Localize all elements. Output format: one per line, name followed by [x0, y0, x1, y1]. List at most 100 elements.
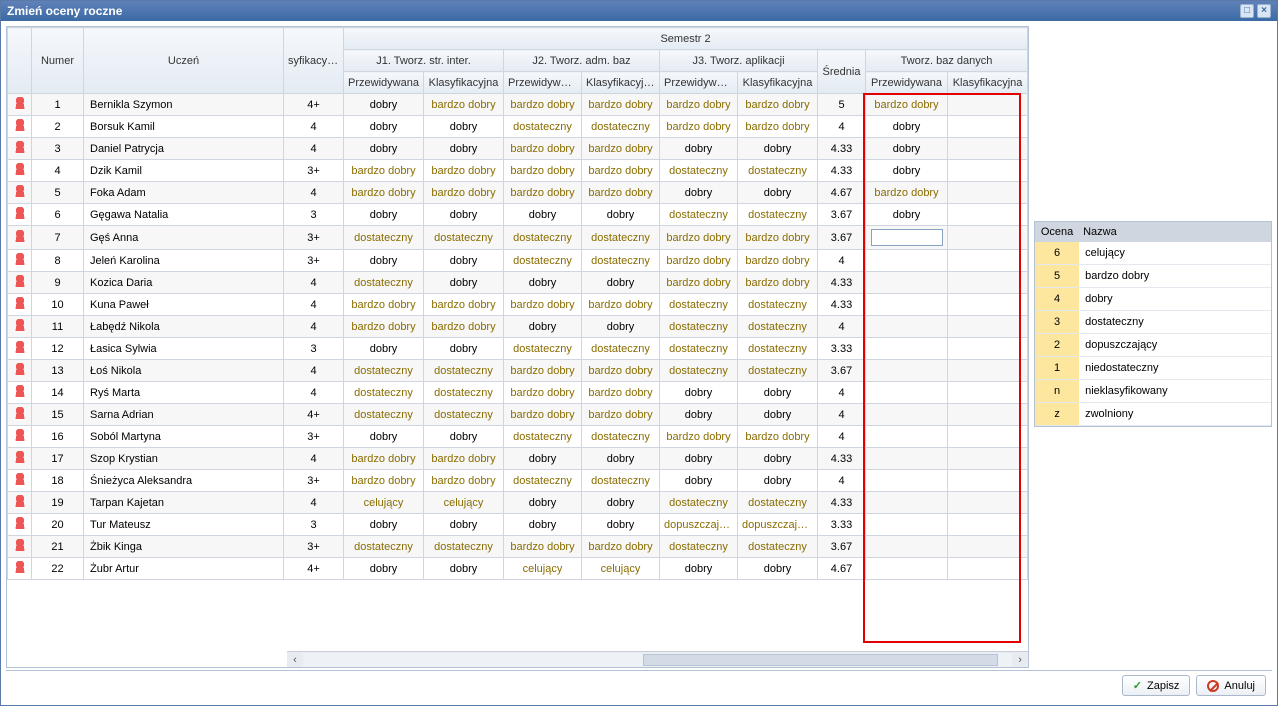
cell[interactable]: 3.33	[818, 514, 866, 536]
grade-input[interactable]	[871, 229, 943, 246]
cell[interactable]	[948, 426, 1028, 448]
cell[interactable]: bardzo dobry	[504, 536, 582, 558]
cell[interactable]: dostateczny	[738, 160, 818, 182]
cancel-button[interactable]: Anuluj	[1196, 675, 1266, 696]
cell[interactable]: dobry	[504, 316, 582, 338]
cell[interactable]: dostateczny	[738, 204, 818, 226]
cell[interactable]: 3+	[284, 470, 344, 492]
cell[interactable]: bardzo dobry	[738, 94, 818, 116]
cell[interactable]: bardzo dobry	[660, 272, 738, 294]
cell[interactable]: dostateczny	[424, 404, 504, 426]
cell[interactable]	[948, 382, 1028, 404]
cell[interactable]: dostateczny	[504, 470, 582, 492]
cell[interactable]: dobry	[344, 426, 424, 448]
cell[interactable]: 4	[284, 294, 344, 316]
cell[interactable]: 3	[284, 514, 344, 536]
cell[interactable]: dobry	[344, 558, 424, 580]
legend-row[interactable]: 2dopuszczający	[1035, 334, 1271, 357]
cell[interactable]: Kozica Daria	[84, 272, 284, 294]
cell[interactable]: 4.67	[818, 558, 866, 580]
cell[interactable]: dobry	[738, 404, 818, 426]
cell[interactable]: dostateczny	[504, 338, 582, 360]
cell[interactable]: dobry	[866, 138, 948, 160]
cell[interactable]: bardzo dobry	[504, 94, 582, 116]
table-row[interactable]: 12Łasica Sylwia3dobrydobrydostatecznydos…	[8, 338, 1028, 360]
cell[interactable]: Śnieżyca Aleksandra	[84, 470, 284, 492]
cell[interactable]: celujący	[582, 558, 660, 580]
cell[interactable]: dostateczny	[582, 470, 660, 492]
cell[interactable]: bardzo dobry	[424, 316, 504, 338]
cell[interactable]: 21	[32, 536, 84, 558]
cell[interactable]: dobry	[504, 492, 582, 514]
cell[interactable]: dostateczny	[504, 226, 582, 250]
cell[interactable]	[948, 272, 1028, 294]
cell[interactable]: dobry	[660, 470, 738, 492]
cell[interactable]: dostateczny	[660, 360, 738, 382]
maximize-icon[interactable]: □	[1240, 4, 1254, 18]
cell[interactable]: 4.33	[818, 294, 866, 316]
cell[interactable]: dobry	[424, 138, 504, 160]
cell[interactable]: bardzo dobry	[504, 294, 582, 316]
cell[interactable]: bardzo dobry	[738, 116, 818, 138]
cell[interactable]: 20	[32, 514, 84, 536]
cell[interactable]: 3+	[284, 250, 344, 272]
legend-row[interactable]: 4dobry	[1035, 288, 1271, 311]
cell[interactable]	[948, 160, 1028, 182]
cell[interactable]: 4	[818, 470, 866, 492]
cell[interactable]: Żubr Artur	[84, 558, 284, 580]
cell[interactable]	[866, 226, 948, 250]
cell[interactable]: dobry	[866, 160, 948, 182]
cell[interactable]: dostateczny	[344, 226, 424, 250]
cell[interactable]: dostateczny	[424, 360, 504, 382]
cell[interactable]: dobry	[660, 182, 738, 204]
cell[interactable]: 15	[32, 404, 84, 426]
cell[interactable]: 18	[32, 470, 84, 492]
cell[interactable]: dostateczny	[424, 226, 504, 250]
cell[interactable]: Łoś Nikola	[84, 360, 284, 382]
cell[interactable]	[948, 360, 1028, 382]
scroll-right-icon[interactable]: ›	[1012, 652, 1028, 668]
cell[interactable]: dostateczny	[660, 294, 738, 316]
cell[interactable]: bardzo dobry	[582, 382, 660, 404]
cell[interactable]: bardzo dobry	[582, 294, 660, 316]
cell[interactable]: dobry	[344, 116, 424, 138]
cell[interactable]: bardzo dobry	[344, 316, 424, 338]
cell[interactable]: Jeleń Karolina	[84, 250, 284, 272]
cell[interactable]: bardzo dobry	[504, 138, 582, 160]
cell[interactable]: Bernikla Szymon	[84, 94, 284, 116]
cell[interactable]: dobry	[344, 514, 424, 536]
table-row[interactable]: 5Foka Adam4bardzo dobrybardzo dobrybardz…	[8, 182, 1028, 204]
cell[interactable]	[948, 204, 1028, 226]
cell[interactable]: dobry	[866, 204, 948, 226]
cell[interactable]: 5	[32, 182, 84, 204]
cell[interactable]: Soból Martyna	[84, 426, 284, 448]
cell[interactable]: dobry	[424, 116, 504, 138]
cell[interactable]	[866, 250, 948, 272]
cell[interactable]: dobry	[738, 138, 818, 160]
cell[interactable]	[866, 558, 948, 580]
cell[interactable]	[948, 138, 1028, 160]
table-row[interactable]: 15Sarna Adrian4+dostatecznydostatecznyba…	[8, 404, 1028, 426]
cell[interactable]: Gęgawa Natalia	[84, 204, 284, 226]
cell[interactable]: bardzo dobry	[504, 360, 582, 382]
cell[interactable]	[948, 250, 1028, 272]
cell[interactable]: 4.33	[818, 160, 866, 182]
cell[interactable]	[948, 94, 1028, 116]
cell[interactable]: 3+	[284, 226, 344, 250]
cell[interactable]: celujący	[424, 492, 504, 514]
cell[interactable]	[866, 316, 948, 338]
cell[interactable]: bardzo dobry	[660, 116, 738, 138]
cell[interactable]	[866, 470, 948, 492]
cell[interactable]: dostateczny	[424, 536, 504, 558]
cell[interactable]: 4	[32, 160, 84, 182]
cell[interactable]	[866, 382, 948, 404]
cell[interactable]: dobry	[504, 448, 582, 470]
cell[interactable]: dostateczny	[582, 250, 660, 272]
cell[interactable]: bardzo dobry	[424, 182, 504, 204]
cell[interactable]: dopuszczający	[660, 514, 738, 536]
cell[interactable]: 4	[284, 492, 344, 514]
cell[interactable]	[948, 338, 1028, 360]
cell[interactable]: dostateczny	[582, 338, 660, 360]
cell[interactable]: dobry	[424, 272, 504, 294]
legend-row[interactable]: 5bardzo dobry	[1035, 265, 1271, 288]
